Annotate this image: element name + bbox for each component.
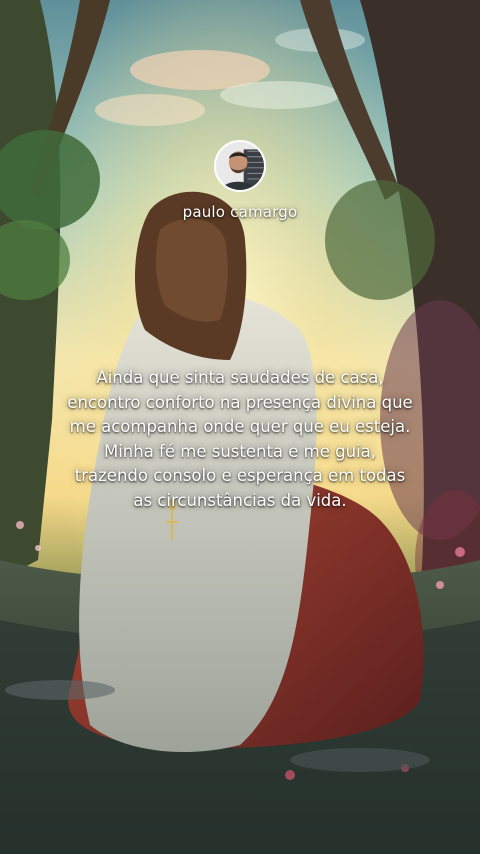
quote-text: Ainda que sinta saudades de casa, encont… [67, 368, 413, 510]
user-avatar-icon [216, 142, 264, 190]
story-screen: paulo camargo Ainda que sinta saudades d… [0, 0, 480, 854]
profile-username[interactable]: paulo camargo [0, 203, 480, 221]
profile-avatar[interactable] [214, 140, 266, 192]
